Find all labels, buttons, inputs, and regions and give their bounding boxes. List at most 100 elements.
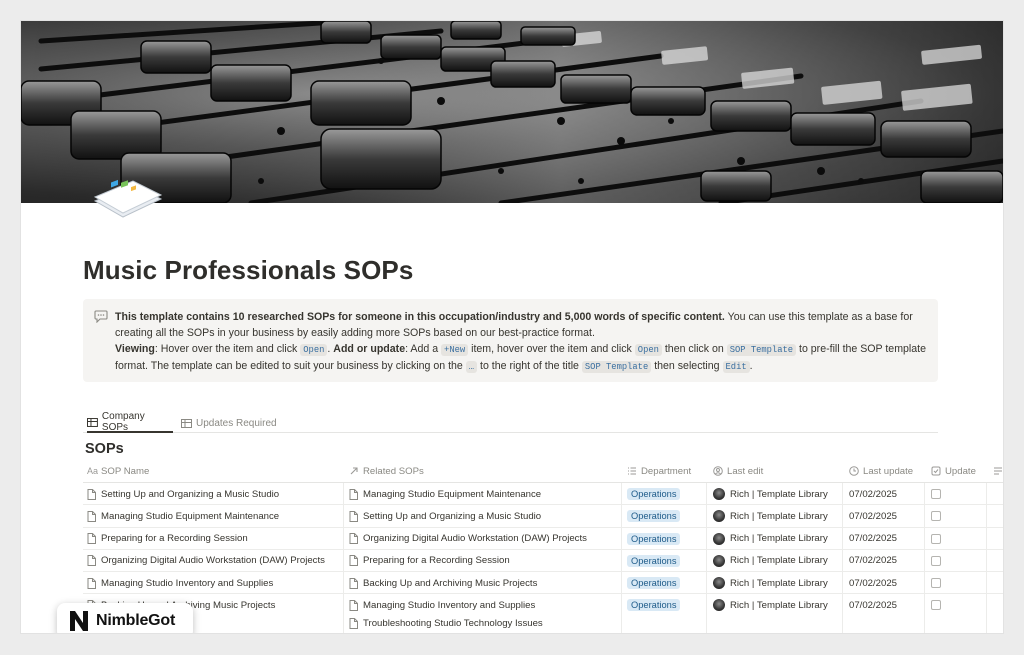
column-header-department[interactable]: Department xyxy=(623,459,707,483)
table-row[interactable]: Managing Studio Inventory and Supplies Ba… xyxy=(83,572,1003,595)
avatar xyxy=(713,532,725,545)
open-code: Open xyxy=(300,344,328,356)
update-checkbox[interactable] xyxy=(931,600,941,611)
sop-name: Managing Studio Inventory and Supplies xyxy=(101,577,274,589)
department-tag: Operations xyxy=(627,554,681,567)
editor-name: Rich | Template Library xyxy=(730,555,828,567)
sop-name-cell[interactable]: Setting Up and Organizing a Music Studio xyxy=(83,483,341,505)
department-tag: Operations xyxy=(627,532,681,545)
sop-name-cell[interactable]: Preparing for a Recording Session xyxy=(83,528,341,550)
page-icon xyxy=(349,577,358,589)
avatar xyxy=(713,510,725,523)
department-cell[interactable]: Operations xyxy=(623,550,707,572)
related-sop-link[interactable]: Backing Up and Archiving Music Projects xyxy=(345,572,621,594)
tab-updates-required[interactable]: Updates Required xyxy=(181,413,277,433)
cover-image[interactable] xyxy=(21,21,1003,203)
add-text-5: to the right of the title xyxy=(477,360,582,372)
page-icon xyxy=(87,555,96,567)
nimblegot-badge-text: NimbleGot xyxy=(96,612,176,629)
table-icon xyxy=(87,417,98,427)
speech-bubble-icon xyxy=(94,310,108,323)
last-edit-cell[interactable]: Rich | Template Library xyxy=(709,528,843,550)
department-cell[interactable]: Operations xyxy=(623,572,707,594)
last-edit-cell[interactable]: Rich | Template Library xyxy=(709,505,843,527)
editor-name: Rich | Template Library xyxy=(730,599,828,611)
related-sop-link[interactable]: Organizing Digital Audio Workstation (DA… xyxy=(345,528,621,550)
last-update-cell: 07/02/2025 xyxy=(845,572,925,594)
related-sop-link[interactable]: Managing Studio Equipment Maintenance xyxy=(345,483,621,505)
related-sop-name: Organizing Digital Audio Workstation (DA… xyxy=(363,533,587,545)
table-body: Setting Up and Organizing a Music Studio… xyxy=(83,483,1003,633)
update-checkbox[interactable] xyxy=(931,511,941,522)
related-sop-link[interactable]: Preparing for a Recording Session xyxy=(345,550,621,572)
sops-table: Aa SOP Name Related SOPs Department Last… xyxy=(83,459,1003,633)
table-row[interactable]: Organizing Digital Audio Workstation (DA… xyxy=(83,550,1003,573)
related-sop-link[interactable]: Troubleshooting Studio Technology Issues xyxy=(345,612,621,633)
database-title: SOPs xyxy=(85,441,124,457)
department-cell[interactable]: Operations xyxy=(623,483,707,505)
last-edit-cell[interactable]: Rich | Template Library xyxy=(709,550,843,572)
last-edit-cell[interactable]: Rich | Template Library xyxy=(709,572,843,594)
update-checkbox[interactable] xyxy=(931,533,941,544)
sop-template-code-2: SOP Template xyxy=(581,361,652,373)
tab-label: Updates Required xyxy=(196,417,277,429)
last-update-date: 07/02/2025 xyxy=(849,599,898,611)
update-checkbox[interactable] xyxy=(931,489,941,499)
update-checkbox[interactable] xyxy=(931,578,941,589)
column-header-more[interactable] xyxy=(989,459,1003,483)
department-cell[interactable]: Operations xyxy=(623,505,707,527)
update-cell[interactable] xyxy=(927,505,987,527)
column-header-last-update[interactable]: Last update xyxy=(845,459,925,483)
view-tabs: Company SOPs Updates Required xyxy=(83,409,938,433)
nimblegot-badge[interactable]: NimbleGot xyxy=(57,603,193,633)
column-label: Last update xyxy=(863,465,914,477)
table-row[interactable]: Managing Studio Equipment Maintenance Set… xyxy=(83,505,1003,528)
last-update-date: 07/02/2025 xyxy=(849,488,898,500)
avatar xyxy=(713,488,725,500)
column-header-update[interactable]: Update xyxy=(927,459,987,483)
sop-name: Preparing for a Recording Session xyxy=(101,533,248,545)
column-label: Department xyxy=(641,465,692,477)
mixing-console-illustration xyxy=(21,21,1003,203)
update-cell[interactable] xyxy=(927,483,987,505)
column-header-related-sops[interactable]: Related SOPs xyxy=(345,459,621,483)
page-icon xyxy=(349,555,358,567)
sop-name-cell[interactable]: Managing Studio Equipment Maintenance xyxy=(83,505,341,527)
sop-name-cell[interactable]: Managing Studio Inventory and Supplies xyxy=(83,572,341,594)
clock-icon xyxy=(849,466,859,476)
editor-name: Rich | Template Library xyxy=(730,577,828,589)
arrow-up-right-icon xyxy=(350,467,358,475)
update-cell[interactable] xyxy=(927,572,987,594)
column-header-last-edit[interactable]: Last edit xyxy=(709,459,843,483)
sop-name-cell[interactable]: Organizing Digital Audio Workstation (DA… xyxy=(83,550,341,572)
update-checkbox[interactable] xyxy=(931,555,941,566)
last-update-cell: 07/02/2025 xyxy=(845,528,925,550)
page-icon xyxy=(87,488,96,500)
viewing-label: Viewing xyxy=(115,343,155,355)
page-icon xyxy=(349,533,358,545)
update-cell[interactable] xyxy=(927,550,987,572)
department-cell[interactable]: Operations xyxy=(623,594,707,616)
list-icon xyxy=(628,467,636,475)
department-cell[interactable]: Operations xyxy=(623,528,707,550)
avatar xyxy=(713,554,725,567)
add-text: : Add a xyxy=(405,343,442,355)
tab-company-sops[interactable]: Company SOPs xyxy=(87,411,173,433)
table-row[interactable]: Setting Up and Organizing a Music Studio… xyxy=(83,483,1003,506)
column-header-sop-name[interactable]: Aa SOP Name xyxy=(83,459,341,483)
info-callout: This template contains 10 researched SOP… xyxy=(83,299,938,382)
table-row[interactable]: Preparing for a Recording Session Organiz… xyxy=(83,528,1003,550)
last-edit-cell[interactable]: Rich | Template Library xyxy=(709,594,843,616)
last-edit-cell[interactable]: Rich | Template Library xyxy=(709,483,843,505)
page-title: Music Professionals SOPs xyxy=(83,255,414,285)
update-cell[interactable] xyxy=(927,594,987,616)
tab-label: Company SOPs xyxy=(101,411,145,433)
related-sop-link[interactable]: Setting Up and Organizing a Music Studio xyxy=(345,505,621,527)
new-code: +New xyxy=(441,344,469,356)
update-cell[interactable] xyxy=(927,528,987,550)
text-property-icon: Aa xyxy=(87,466,99,476)
table-row[interactable]: Backing Up and Archiving Music ProjectsM… xyxy=(83,594,1003,633)
last-update-cell: 07/02/2025 xyxy=(845,550,925,572)
document-stack-icon[interactable] xyxy=(93,179,163,219)
last-update-cell: 07/02/2025 xyxy=(845,594,925,616)
